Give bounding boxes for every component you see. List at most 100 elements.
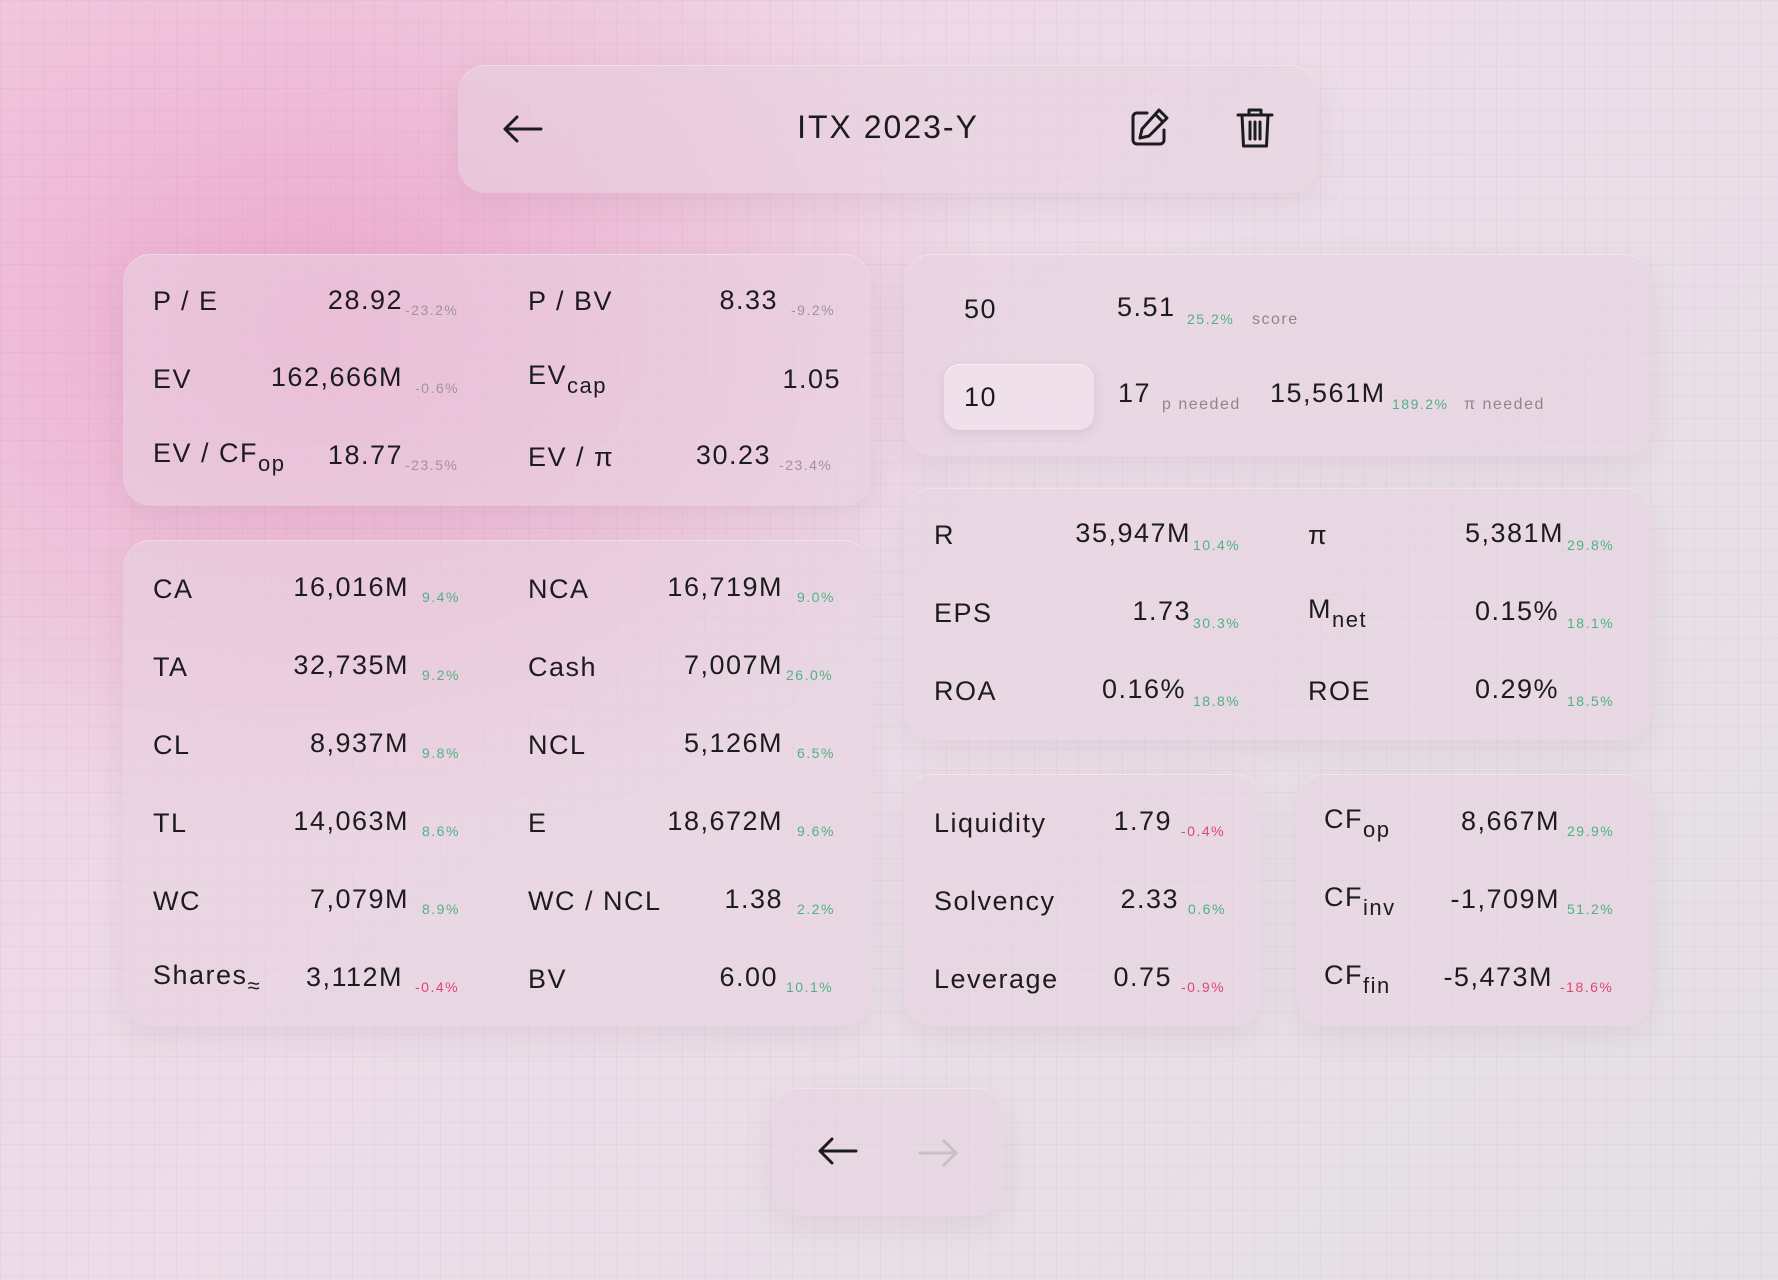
bv-label: BV bbox=[528, 964, 568, 994]
evpi-value: 30.23 bbox=[695, 440, 771, 470]
target-years-input[interactable]: 10 bbox=[944, 364, 1094, 430]
tl-value: 14,063M bbox=[293, 806, 409, 836]
shares-label: Shares≈ bbox=[153, 960, 262, 998]
shares-value: 3,112M bbox=[305, 962, 403, 992]
roe-value: 0.29% bbox=[1474, 674, 1559, 704]
eps-value: 1.73 bbox=[1132, 596, 1191, 626]
next-arrow-icon bbox=[918, 1139, 958, 1167]
pi-needed-change: 189.2% bbox=[1392, 396, 1449, 412]
cash-label: Cash bbox=[528, 652, 598, 682]
cf-operating-value: 8,667M bbox=[1460, 806, 1560, 836]
wcncl-value: 1.38 bbox=[724, 884, 783, 914]
revenue-value: 35,947M bbox=[1075, 518, 1191, 548]
eps-label: EPS bbox=[934, 598, 993, 628]
evcf-value: 18.77 bbox=[327, 440, 403, 470]
cl-change: 9.8% bbox=[422, 745, 460, 761]
wcncl-change: 2.2% bbox=[797, 901, 835, 917]
score-input[interactable]: 50 bbox=[964, 296, 997, 323]
wc-value: 7,079M bbox=[309, 884, 409, 914]
cf-operating-label: CFop bbox=[1324, 804, 1391, 842]
eps-change: 30.3% bbox=[1193, 615, 1241, 631]
roe-label: ROE bbox=[1308, 676, 1372, 706]
ca-value: 16,016M bbox=[293, 572, 409, 602]
ncl-value: 5,126M bbox=[683, 728, 783, 758]
ncl-change: 6.5% bbox=[797, 745, 835, 761]
nca-value: 16,719M bbox=[667, 572, 783, 602]
edit-icon bbox=[1131, 108, 1169, 146]
profit-change: 29.8% bbox=[1567, 537, 1615, 553]
ca-change: 9.4% bbox=[422, 589, 460, 605]
nca-label: NCA bbox=[528, 574, 590, 604]
pi-needed-note: π needed bbox=[1464, 396, 1545, 413]
revenue-label: R bbox=[934, 520, 955, 550]
tl-label: TL bbox=[153, 808, 188, 838]
cf-investing-label: CFinv bbox=[1324, 882, 1396, 920]
net-margin-value: 0.15% bbox=[1474, 596, 1559, 626]
net-margin-change: 18.1% bbox=[1567, 615, 1615, 631]
cf-investing-value: -1,709M bbox=[1450, 884, 1560, 914]
ev-change: -0.6% bbox=[415, 380, 460, 396]
evcf-label: EV / CFop bbox=[153, 438, 286, 476]
e-value: 18,672M bbox=[667, 806, 783, 836]
pbv-label: P / BV bbox=[528, 286, 614, 316]
trash-icon bbox=[1236, 108, 1274, 148]
p-needed-value: 17 bbox=[1118, 378, 1152, 408]
cf-financing-label: CFfin bbox=[1324, 960, 1391, 998]
cash-flow-card: CFop 8,667M 29.9% CFinv -1,709M 51.2% CF… bbox=[1296, 774, 1652, 1026]
liquidity-change: -0.4% bbox=[1181, 823, 1226, 839]
pbv-change: -9.2% bbox=[791, 302, 836, 318]
e-label: E bbox=[528, 808, 548, 838]
wcncl-label: WC / NCL bbox=[528, 886, 662, 916]
bv-value: 6.00 bbox=[719, 962, 778, 992]
pi-needed-value: 15,561M bbox=[1270, 378, 1386, 408]
ca-label: CA bbox=[153, 574, 194, 604]
cl-value: 8,937M bbox=[309, 728, 409, 758]
pe-change: -23.2% bbox=[405, 302, 459, 318]
cash-value: 7,007M bbox=[683, 650, 783, 680]
balance-sheet-card: CA 16,016M 9.4% NCA 16,719M 9.0% TA 32,7… bbox=[123, 540, 871, 1026]
edit-button[interactable] bbox=[1124, 103, 1174, 153]
roa-change: 18.8% bbox=[1193, 693, 1241, 709]
score-card: 50 5.51 25.2% score 10 17 p needed 15,56… bbox=[904, 254, 1652, 456]
solvency-label: Solvency bbox=[934, 886, 1056, 916]
liquidity-label: Liquidity bbox=[934, 808, 1047, 838]
pbv-value: 8.33 bbox=[719, 285, 778, 315]
header-bar: ITX 2023-Y bbox=[458, 65, 1318, 193]
ta-label: TA bbox=[153, 652, 189, 682]
evcf-change: -23.5% bbox=[405, 457, 459, 473]
e-change: 9.6% bbox=[797, 823, 835, 839]
wc-label: WC bbox=[153, 886, 201, 916]
wc-change: 8.9% bbox=[422, 901, 460, 917]
bv-change: 10.1% bbox=[786, 979, 834, 995]
previous-period-button[interactable] bbox=[812, 1126, 862, 1176]
net-margin-label: Mnet bbox=[1308, 594, 1368, 632]
evcap-label: EVcap bbox=[528, 360, 608, 398]
next-period-button[interactable] bbox=[914, 1128, 964, 1178]
solvency-value: 2.33 bbox=[1120, 884, 1179, 914]
valuation-ratios-card: P / E 28.92 -23.2% P / BV 8.33 -9.2% EV … bbox=[123, 254, 871, 506]
ta-change: 9.2% bbox=[422, 667, 460, 683]
cf-financing-value: -5,473M bbox=[1443, 962, 1553, 992]
nca-change: 9.0% bbox=[797, 589, 835, 605]
score-value: 5.51 bbox=[1117, 292, 1176, 322]
pe-label: P / E bbox=[153, 286, 219, 316]
leverage-value: 0.75 bbox=[1113, 962, 1172, 992]
solvency-change: 0.6% bbox=[1188, 901, 1226, 917]
period-pager bbox=[772, 1088, 1004, 1216]
pe-value: 28.92 bbox=[327, 285, 403, 315]
leverage-change: -0.9% bbox=[1181, 979, 1226, 995]
cl-label: CL bbox=[153, 730, 191, 760]
previous-arrow-icon bbox=[818, 1137, 858, 1165]
liquidity-value: 1.79 bbox=[1113, 806, 1172, 836]
roe-change: 18.5% bbox=[1567, 693, 1615, 709]
cf-investing-change: 51.2% bbox=[1567, 901, 1615, 917]
delete-button[interactable] bbox=[1230, 103, 1280, 153]
cf-financing-change: -18.6% bbox=[1560, 979, 1614, 995]
page-title: ITX 2023-Y bbox=[797, 109, 979, 145]
liquidity-card: Liquidity 1.79 -0.4% Solvency 2.33 0.6% … bbox=[904, 774, 1262, 1026]
roa-label: ROA bbox=[934, 676, 998, 706]
evcap-value: 1.05 bbox=[782, 364, 841, 394]
p-needed-note: p needed bbox=[1162, 396, 1241, 413]
ta-value: 32,735M bbox=[293, 650, 409, 680]
shares-change: -0.4% bbox=[415, 979, 460, 995]
